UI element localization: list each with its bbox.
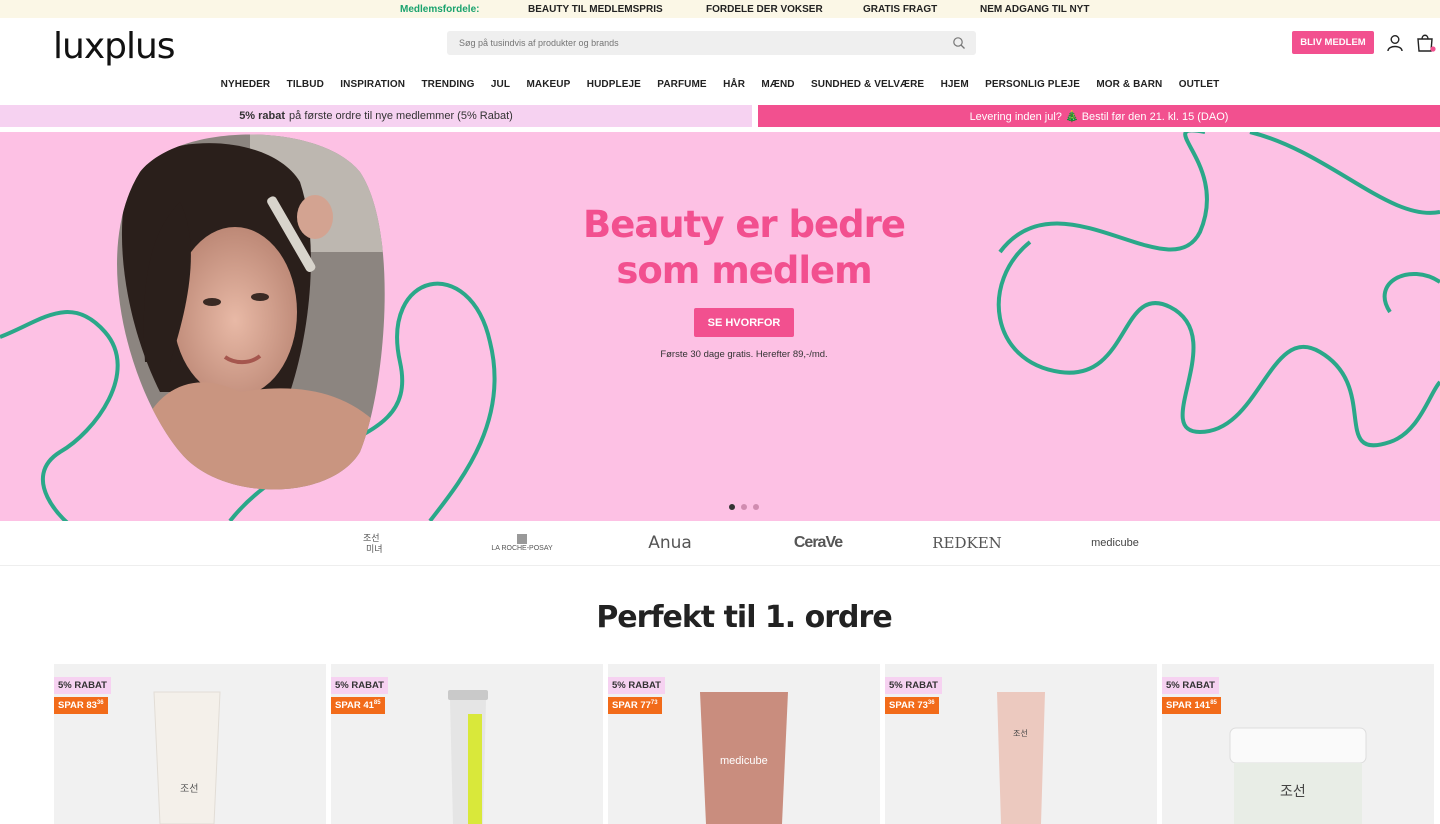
site-header: luxplus BLIV MEDLEM NYHEDER TILBUD INSPI… [0, 18, 1440, 104]
nav-item-mor-barn[interactable]: MOR & BARN [1096, 79, 1162, 90]
savings-decimals: 36 [96, 700, 104, 706]
search-input[interactable] [459, 38, 939, 48]
shopping-bag-icon[interactable] [1415, 33, 1437, 53]
benefit-item[interactable]: GRATIS FRAGT [863, 4, 937, 15]
nav-item-maend[interactable]: MÆND [761, 79, 794, 90]
product-card[interactable]: 조선 5% RABAT SPAR 8336 [54, 664, 326, 824]
discount-badge: 5% RABAT [54, 677, 111, 694]
nav-item-sundhed[interactable]: SUNDHED & VELVÆRE [811, 79, 924, 90]
benefit-item[interactable]: BEAUTY TIL MEDLEMSPRIS [528, 4, 663, 15]
savings-decimals: 73 [650, 700, 658, 706]
nav-item-parfume[interactable]: PARFUME [657, 79, 706, 90]
hero-model-photo [117, 134, 385, 490]
brand-logo-anua[interactable]: Anua [638, 531, 702, 555]
benefit-item[interactable]: FORDELE DER VOKSER [706, 4, 823, 15]
member-benefits-bar: Medlemsfordele: BEAUTY TIL MEDLEMSPRIS F… [0, 0, 1440, 18]
savings-decimals: 85 [373, 700, 381, 706]
discount-badge: 5% RABAT [608, 677, 665, 694]
product-card[interactable]: 5% RABAT SPAR 4185 [331, 664, 603, 824]
member-benefits-lead: Medlemsfordele: [400, 3, 480, 15]
brand-logo-redken[interactable]: REDKEN [932, 531, 1002, 555]
promo-text: på første ordre til nye medlemmer (5% Ra… [289, 110, 513, 122]
nav-item-outlet[interactable]: OUTLET [1179, 79, 1220, 90]
carousel-dots [729, 504, 759, 510]
carousel-dot-3[interactable] [753, 504, 759, 510]
hero-heading: Beauty er bedre som medlem [544, 202, 944, 294]
product-card[interactable]: 조선 5% RABAT SPAR 7336 [885, 664, 1157, 824]
svg-text:조선: 조선 [1280, 783, 1306, 799]
nav-item-haar[interactable]: HÅR [723, 79, 745, 90]
brand-strip: 조선 미녀 LA ROCHE-POSAY Anua CeraVe REDKEN m… [0, 521, 1440, 566]
carousel-dot-2[interactable] [741, 504, 747, 510]
savings-badge: SPAR 8336 [54, 697, 108, 715]
savings-amount: SPAR 77 [612, 700, 651, 712]
hero-banner: Beauty er bedre som medlem SE HVORFOR Fø… [0, 132, 1440, 521]
savings-amount: SPAR 141 [1166, 700, 1211, 712]
brand-logo-beauty-of-joseon[interactable]: 조선 미녀 [357, 531, 387, 555]
beauty-of-joseon-logo-icon: 조선미녀 [363, 533, 383, 555]
savings-decimals: 85 [1210, 700, 1217, 706]
brand-label: LA ROCHE-POSAY [491, 545, 553, 552]
hero-heading-line2: som medlem [616, 249, 872, 292]
discount-badge: 5% RABAT [1162, 677, 1219, 694]
savings-amount: SPAR 83 [58, 700, 97, 712]
nav-item-personlig-pleje[interactable]: PERSONLIG PLEJE [985, 79, 1080, 90]
svg-text:medicube: medicube [720, 755, 768, 767]
svg-text:미녀: 미녀 [366, 544, 383, 555]
savings-amount: SPAR 41 [335, 700, 374, 712]
nav-item-trending[interactable]: TRENDING [421, 79, 474, 90]
site-logo[interactable]: luxplus [53, 26, 176, 67]
main-navigation: NYHEDER TILBUD INSPIRATION TRENDING JUL … [0, 79, 1440, 90]
nav-item-hjem[interactable]: HJEM [941, 79, 969, 90]
hero-heading-line1: Beauty er bedre [583, 203, 906, 246]
benefit-item[interactable]: NEM ADGANG TIL NYT [980, 4, 1089, 15]
carousel-dot-1[interactable] [729, 504, 735, 510]
search-bar[interactable] [447, 31, 976, 55]
la-roche-posay-mark [517, 534, 527, 544]
savings-badge: SPAR 7336 [885, 697, 939, 715]
user-account-icon[interactable] [1386, 34, 1404, 52]
brand-logo-cerave[interactable]: CeraVe [788, 531, 848, 555]
savings-amount: SPAR 73 [889, 700, 928, 712]
nav-item-nyheder[interactable]: NYHEDER [221, 79, 271, 90]
product-card[interactable]: 조선 5% RABAT SPAR 14185 [1162, 664, 1434, 824]
see-why-button[interactable]: SE HVORFOR [694, 308, 794, 337]
svg-text:조선: 조선 [1013, 729, 1028, 738]
savings-badge: SPAR 7773 [608, 697, 662, 715]
hero-subtext: Første 30 dage gratis. Herefter 89,-/md. [660, 349, 828, 360]
svg-text:조선: 조선 [180, 783, 198, 795]
delivery-promo-text: Levering inden jul? 🎄 Bestil før den 21.… [969, 110, 1229, 123]
discount-badge: 5% RABAT [885, 677, 942, 694]
nav-item-makeup[interactable]: MAKEUP [526, 79, 570, 90]
brand-logo-medicube[interactable]: medicube [1084, 531, 1146, 555]
savings-badge: SPAR 14185 [1162, 697, 1221, 715]
savings-decimals: 36 [927, 700, 935, 706]
nav-item-inspiration[interactable]: INSPIRATION [340, 79, 405, 90]
svg-text:조선: 조선 [363, 533, 380, 544]
nav-item-jul[interactable]: JUL [491, 79, 510, 90]
christmas-delivery-banner[interactable]: Levering inden jul? 🎄 Bestil før den 21.… [758, 105, 1440, 127]
nav-item-hudpleje[interactable]: HUDPLEJE [587, 79, 641, 90]
brand-logo-la-roche-posay[interactable]: LA ROCHE-POSAY [490, 531, 554, 555]
discount-badge: 5% RABAT [331, 677, 388, 694]
search-icon[interactable] [952, 36, 966, 50]
section-title: Perfekt til 1. ordre [596, 600, 892, 635]
promo-highlight: 5% rabat [239, 110, 286, 122]
product-card[interactable]: medicube 5% RABAT SPAR 7773 [608, 664, 880, 824]
savings-badge: SPAR 4185 [331, 697, 385, 715]
join-member-button[interactable]: BLIV MEDLEM [1292, 31, 1374, 54]
nav-item-tilbud[interactable]: TILBUD [287, 79, 324, 90]
first-order-promo-banner[interactable]: 5% rabat på første ordre til nye medlemm… [0, 105, 752, 127]
